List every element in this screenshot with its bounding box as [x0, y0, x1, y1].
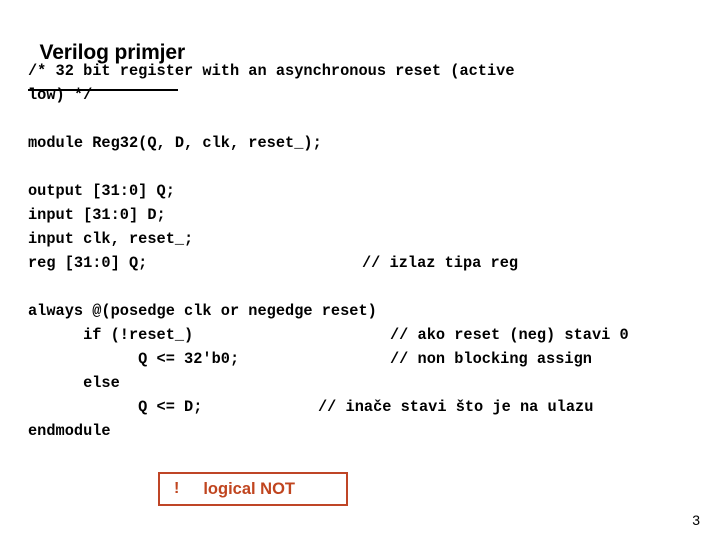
code-line: input clk, reset_; — [28, 227, 712, 251]
code-line-text: output [31:0] Q; — [28, 182, 175, 200]
code-line-comment: // inače stavi što je na ulazu — [318, 398, 594, 416]
callout-symbol: ! — [174, 480, 180, 497]
code-line: Q <= D; // inače stavi što je na ulazu — [28, 395, 712, 419]
code-line-text: endmodule — [28, 422, 111, 440]
code-line-text: input [31:0] D; — [28, 206, 166, 224]
code-line-text: /* 32 bit register with an asynchronous … — [28, 62, 515, 80]
code-line: input [31:0] D; — [28, 203, 712, 227]
code-line-text: reg [31:0] Q; — [28, 254, 148, 272]
page-number: 3 — [692, 512, 700, 528]
code-line: Q <= 32'b0; // non blocking assign — [28, 347, 712, 371]
code-line: module Reg32(Q, D, clk, reset_); — [28, 131, 712, 155]
code-line-text: else — [28, 374, 120, 392]
code-line-text: Q <= 32'b0; — [28, 350, 240, 368]
code-line-text: always @(posedge clk or negedge reset) — [28, 302, 377, 320]
callout-label: logical NOT — [203, 479, 296, 498]
code-line: if (!reset_) // ako reset (neg) stavi 0 — [28, 323, 712, 347]
code-line-text: if (!reset_) — [28, 326, 194, 344]
verilog-code-block: /* 32 bit register with an asynchronous … — [28, 59, 712, 443]
code-line-comment: // non blocking assign — [390, 350, 592, 368]
code-line: output [31:0] Q; — [28, 179, 712, 203]
code-line-comment: // izlaz tipa reg — [362, 254, 519, 272]
code-line: /* 32 bit register with an asynchronous … — [28, 59, 712, 83]
code-line-text: input clk, reset_; — [28, 230, 194, 248]
code-line: endmodule — [28, 419, 712, 443]
code-line: low) */ — [28, 83, 712, 107]
code-line: reg [31:0] Q; // izlaz tipa reg — [28, 251, 712, 275]
code-line-text: low) */ — [28, 86, 93, 104]
code-line-text: Q <= D; — [28, 398, 203, 416]
code-line-comment: // ako reset (neg) stavi 0 — [390, 326, 629, 344]
code-line: else — [28, 371, 712, 395]
code-line-text: module Reg32(Q, D, clk, reset_); — [28, 134, 322, 152]
logical-not-callout: ! logical NOT — [158, 472, 348, 506]
code-line: always @(posedge clk or negedge reset) — [28, 299, 712, 323]
